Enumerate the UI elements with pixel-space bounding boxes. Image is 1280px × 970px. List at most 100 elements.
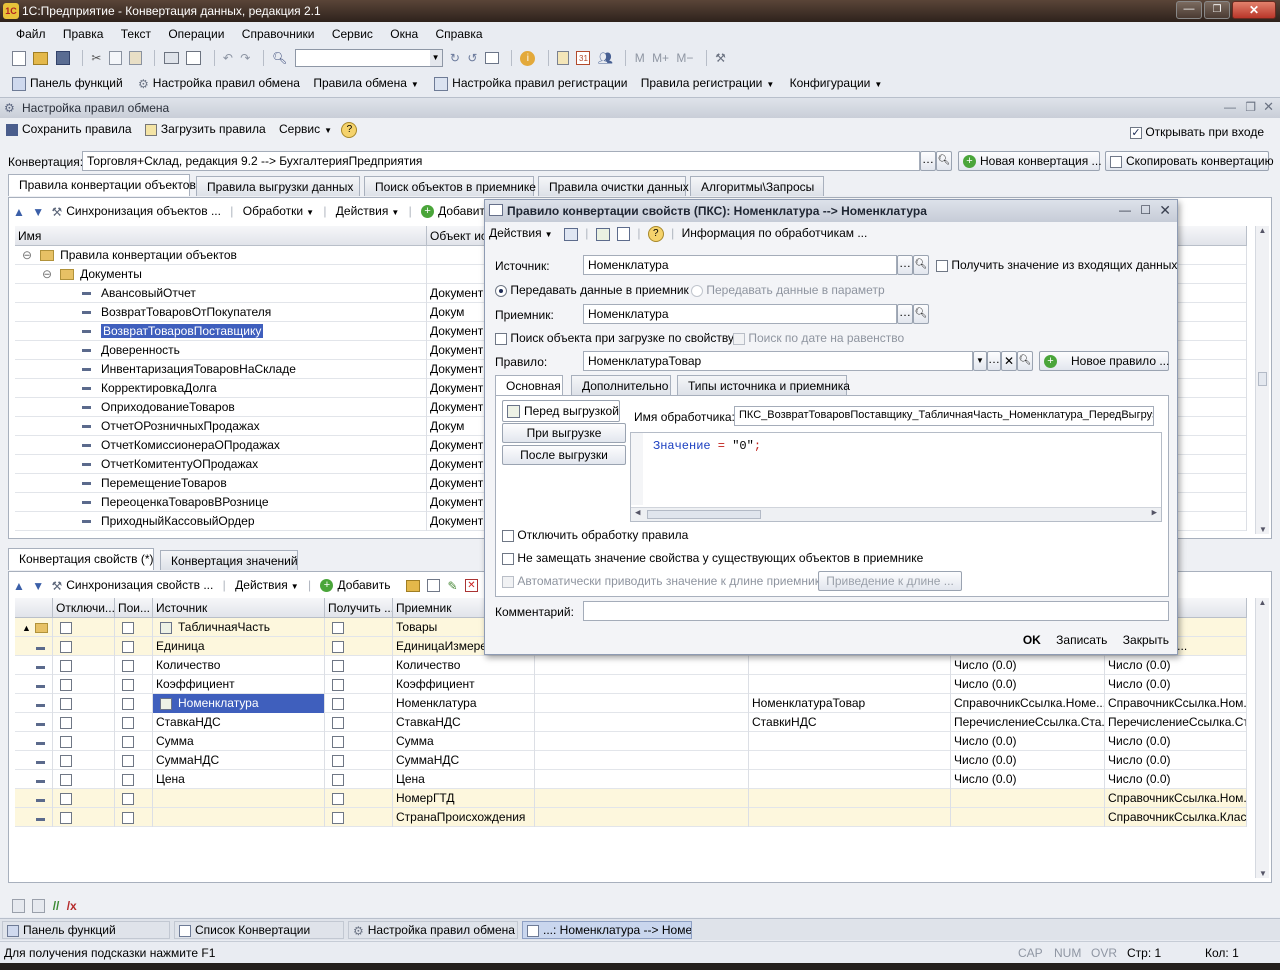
- disable-checkbox[interactable]: [53, 713, 115, 732]
- calendar-icon[interactable]: 31: [576, 51, 591, 65]
- dialog-maximize[interactable]: ☐: [1140, 203, 1151, 217]
- search-checkbox[interactable]: [115, 694, 153, 713]
- disable-checkbox[interactable]: [53, 732, 115, 751]
- save-icon[interactable]: [55, 51, 70, 65]
- move-down-icon[interactable]: ▼: [32, 579, 44, 593]
- col-source-header[interactable]: Источник: [153, 598, 325, 618]
- menu-catalogs[interactable]: Справочники: [242, 27, 315, 41]
- search-checkbox[interactable]: [115, 770, 153, 789]
- dialog-minimize[interactable]: —: [1119, 203, 1131, 217]
- get-checkbox[interactable]: [325, 675, 393, 694]
- ok-button[interactable]: OK: [1023, 633, 1041, 647]
- get-checkbox[interactable]: [325, 732, 393, 751]
- calculator-icon[interactable]: [557, 51, 570, 65]
- pass-to-param-radio[interactable]: Передавать данные в параметр: [691, 283, 885, 297]
- menu-help[interactable]: Справка: [436, 27, 483, 41]
- tab-export-rules[interactable]: Правила выгрузки данных: [196, 176, 360, 196]
- code-editor[interactable]: Значение = "0"; ◀ ▶: [630, 432, 1162, 522]
- dialog-tab-extra[interactable]: Дополнительно: [571, 375, 671, 395]
- dest-search-button[interactable]: 🔍︎: [913, 304, 929, 324]
- tools-icon[interactable]: ⚒: [715, 51, 726, 65]
- table-row[interactable]: СуммаНДС СуммаНДС Число (0.0) Число (0.0): [15, 751, 1247, 770]
- subwindow-minimize[interactable]: —: [1224, 100, 1236, 114]
- dialog-tab-types[interactable]: Типы источника и приемника: [677, 375, 850, 395]
- new-rule-button[interactable]: + Новое правило ...: [1039, 351, 1169, 371]
- menu-operations[interactable]: Операции: [168, 27, 224, 41]
- table-row[interactable]: Коэффициент Коэффициент Число (0.0) Число (…: [15, 675, 1247, 694]
- memory-plus-icon[interactable]: M+: [652, 51, 669, 65]
- tree-sync-button[interactable]: Синхронизация объектов ...: [66, 204, 221, 218]
- doc-icon[interactable]: [12, 898, 25, 913]
- event-after-export[interactable]: После выгрузки: [502, 445, 626, 465]
- handler-name-field[interactable]: ПКС_ВозвратТоваровПоставщику_ТабличнаяЧа…: [734, 406, 1154, 426]
- disable-checkbox[interactable]: [53, 751, 115, 770]
- search-checkbox[interactable]: [115, 808, 153, 827]
- source-select-button[interactable]: …: [897, 255, 913, 275]
- toolbar-registration-rules[interactable]: Правила регистрации: [641, 76, 763, 90]
- table-row[interactable]: Количество Количество Число (0.0) Число (0.…: [15, 656, 1247, 675]
- open-on-enter-check[interactable]: Открывать при входе: [1130, 125, 1264, 139]
- question-icon[interactable]: ?: [341, 122, 358, 138]
- new-conversion-button[interactable]: + Новая конвертация ...: [958, 151, 1102, 171]
- search-checkbox[interactable]: [115, 618, 153, 637]
- props-actions-menu[interactable]: Действия: [235, 578, 288, 592]
- conversion-search-button[interactable]: 🔍︎: [936, 151, 952, 171]
- search-by-date-check[interactable]: Поиск по дате на равенство: [733, 331, 904, 345]
- menu-text[interactable]: Текст: [121, 27, 151, 41]
- dialog-actions-menu[interactable]: Действия: [489, 226, 542, 240]
- source-search-button[interactable]: 🔍︎: [913, 255, 929, 275]
- get-checkbox[interactable]: [325, 694, 393, 713]
- tab-value-conversion[interactable]: Конвертация значений: [160, 550, 298, 570]
- source-field[interactable]: Номенклатура: [583, 255, 897, 275]
- event-before-export[interactable]: Перед выгрузкой: [502, 400, 620, 422]
- search-combo[interactable]: ▼: [294, 49, 443, 67]
- tree-actions-menu[interactable]: Действия: [336, 204, 389, 218]
- taskbar-exchange-setup[interactable]: ⚙ Настройка правил обмена: [348, 921, 518, 939]
- toolbar-configurations[interactable]: Конфигурации: [790, 76, 871, 90]
- rule-search-button[interactable]: 🔍︎: [1017, 351, 1033, 371]
- load-rules-button[interactable]: Загрузить правила: [161, 122, 266, 136]
- print-icon[interactable]: [163, 52, 179, 64]
- subwindow-restore[interactable]: ❐: [1245, 100, 1256, 114]
- toolbar-exchange-setup[interactable]: Настройка правил обмена: [153, 76, 300, 90]
- maximize-button[interactable]: ❐: [1204, 1, 1230, 19]
- col-get-header[interactable]: Получить ...: [325, 598, 393, 618]
- props-scrollbar[interactable]: ▲ ▼: [1255, 598, 1269, 878]
- search-checkbox[interactable]: [115, 656, 153, 675]
- get-checkbox[interactable]: [325, 618, 393, 637]
- menu-file[interactable]: Файл: [16, 27, 46, 41]
- toolbar-registration-setup[interactable]: Настройка правил регистрации: [452, 76, 627, 90]
- disable-checkbox[interactable]: [53, 637, 115, 656]
- taskbar-panel-functions[interactable]: Панель функций: [2, 921, 170, 939]
- menu-service[interactable]: Сервис: [332, 27, 373, 41]
- new-doc-icon[interactable]: [12, 50, 26, 66]
- table-row[interactable]: Сумма Сумма Число (0.0) Число (0.0): [15, 732, 1247, 751]
- memory-m-icon[interactable]: M: [635, 51, 645, 65]
- users-icon[interactable]: 👥︎: [598, 51, 613, 65]
- tab-clean-rules[interactable]: Правила очистки данных: [538, 176, 689, 196]
- disable-checkbox[interactable]: [53, 675, 115, 694]
- rule-dropdown-button[interactable]: ▼: [973, 351, 987, 371]
- disable-proc-check[interactable]: Отключить обработку правила: [502, 528, 688, 542]
- rule-clear-button[interactable]: ✕: [1001, 351, 1017, 371]
- no-replace-check[interactable]: Не замещать значение свойства у существу…: [502, 551, 923, 565]
- search-checkbox[interactable]: [115, 713, 153, 732]
- windows-icon[interactable]: [484, 52, 499, 64]
- rule-select-button[interactable]: …: [987, 351, 1001, 371]
- get-checkbox[interactable]: [325, 770, 393, 789]
- memory-minus-icon[interactable]: M−: [676, 51, 693, 65]
- disable-checkbox[interactable]: [53, 656, 115, 675]
- search-checkbox[interactable]: [115, 732, 153, 751]
- service-menu[interactable]: Сервис: [279, 122, 320, 136]
- disable-checkbox[interactable]: [53, 694, 115, 713]
- conversion-select-button[interactable]: …: [920, 151, 936, 171]
- tree-header-name[interactable]: Имя: [15, 226, 427, 246]
- tree-proc-menu[interactable]: Обработки: [243, 204, 303, 218]
- close-button[interactable]: ✕: [1232, 1, 1276, 19]
- toolbar-exchange-rules[interactable]: Правила обмена: [313, 76, 407, 90]
- move-up-icon[interactable]: ▲: [13, 579, 25, 593]
- table-row[interactable]: СтранаПроисхождения СправочникСсылка.Клас…: [15, 808, 1247, 827]
- disable-checkbox[interactable]: [53, 808, 115, 827]
- save-close-icon[interactable]: [563, 227, 578, 241]
- disable-checkbox[interactable]: [53, 618, 115, 637]
